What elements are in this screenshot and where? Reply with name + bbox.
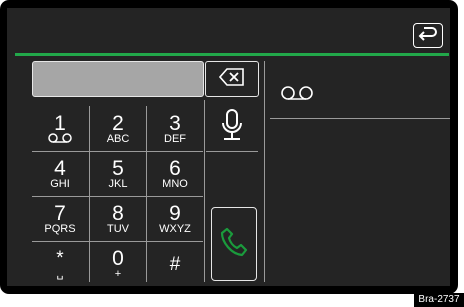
voicemail-icon [280,85,314,105]
keypad-divider [204,100,205,282]
back-arrow-icon [418,25,438,46]
key-4[interactable]: 4 GHI [31,152,89,196]
back-button[interactable] [413,23,443,48]
key-5[interactable]: 5 JKL [89,152,147,196]
key-star[interactable]: * ␣ [31,242,89,286]
voicemail-entry[interactable] [271,78,431,112]
figure-reference-tag: Bra-2737 [414,293,464,307]
keypad-divider [206,151,258,152]
phone-handset-icon [219,225,249,264]
header-divider [15,53,449,56]
phone-number-input[interactable] [32,61,204,97]
key-1[interactable]: 1 [31,107,89,151]
key-7[interactable]: 7 PQRS [31,197,89,241]
panel-divider [264,61,265,282]
key-3[interactable]: 3 DEF [146,107,204,151]
key-8[interactable]: 8 TUV [89,197,147,241]
backspace-icon [218,67,245,91]
key-hash[interactable]: # [146,242,204,286]
call-button[interactable] [211,207,257,281]
key-0[interactable]: 0 + [89,242,147,286]
delete-button[interactable] [205,61,259,97]
microphone-icon [221,108,243,148]
voice-input-button[interactable] [206,108,258,148]
key-9[interactable]: 9 WXYZ [146,197,204,241]
key-6[interactable]: 6 MNO [146,152,204,196]
list-divider [270,118,450,119]
key-2[interactable]: 2 ABC [89,107,147,151]
space-symbol: ␣ [56,267,64,280]
voicemail-icon [47,133,73,144]
